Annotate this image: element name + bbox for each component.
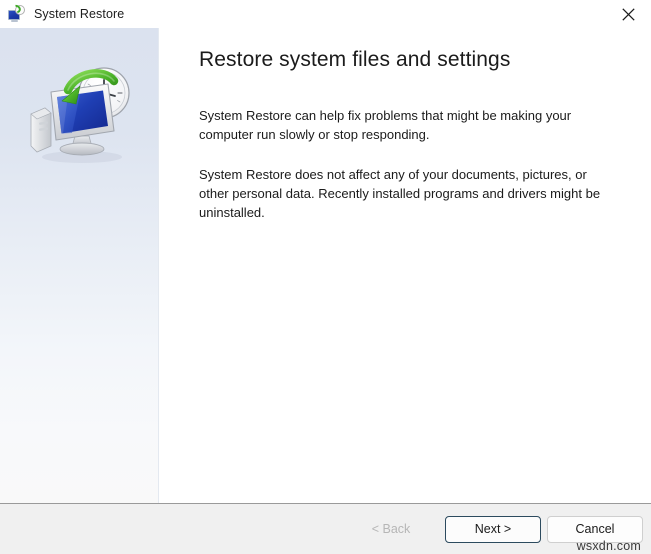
system-restore-window: System Restore Restore system files and … — [0, 0, 651, 554]
monitor-base-shape — [11, 20, 18, 22]
window-title: System Restore — [34, 6, 125, 21]
next-button[interactable]: Next > — [445, 515, 541, 543]
cancel-button[interactable]: Cancel — [547, 515, 643, 543]
system-restore-computer-clock-illustration — [30, 67, 130, 163]
back-button[interactable]: < Back — [343, 515, 439, 543]
close-icon — [621, 7, 635, 21]
button-bar: < Back Next > Cancel wsxdn.com — [0, 503, 651, 554]
sidebar-banner — [0, 28, 159, 503]
title-bar: System Restore — [0, 0, 651, 28]
close-button[interactable] — [605, 0, 651, 28]
system-restore-icon — [7, 3, 25, 23]
main-pane: Restore system files and settings System… — [159, 28, 651, 503]
description-paragraph-1: System Restore can help fix problems tha… — [199, 108, 572, 142]
page-title: Restore system files and settings — [199, 48, 511, 71]
description-paragraph-2: System Restore does not affect any of yo… — [199, 167, 601, 220]
window-content: Restore system files and settings System… — [0, 28, 651, 503]
